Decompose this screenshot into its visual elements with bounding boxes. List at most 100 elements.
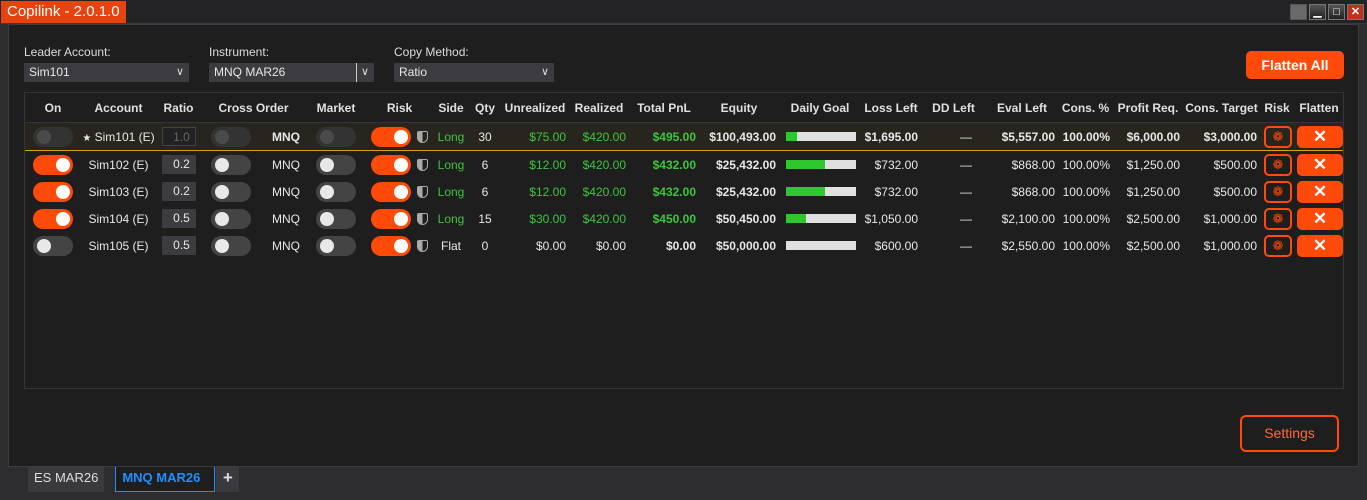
risk-toggle[interactable] bbox=[371, 154, 411, 175]
daily-goal-bar bbox=[786, 187, 856, 196]
qty: 30 bbox=[478, 129, 492, 144]
leader-star-icon: ★ bbox=[82, 132, 92, 144]
loss-left: $732.00 bbox=[874, 157, 918, 172]
eval-left: $2,550.00 bbox=[1001, 238, 1055, 253]
symbol: MNQ bbox=[272, 157, 300, 172]
leader-account-select[interactable]: Sim101 ∨ bbox=[24, 63, 189, 82]
chevron-down-icon: ∨ bbox=[355, 63, 369, 82]
account-cell: Sim103 (E) bbox=[81, 185, 156, 199]
ratio-input[interactable]: 1.0 bbox=[161, 127, 196, 146]
flatten-button[interactable]: ✕ bbox=[1297, 234, 1343, 257]
tab-mnq-mar26[interactable]: MNQ MAR26 bbox=[115, 467, 216, 492]
gear-icon: ❁ bbox=[1272, 210, 1284, 226]
copy-method-select[interactable]: Ratio ∨ bbox=[394, 63, 554, 82]
minimize-button[interactable]: ▁ bbox=[1309, 4, 1326, 20]
column-header: Daily Goal bbox=[790, 100, 850, 115]
instrument-value: MNQ MAR26 bbox=[214, 65, 286, 79]
on-toggle[interactable] bbox=[33, 235, 73, 256]
risk-settings-button[interactable]: ❁ bbox=[1264, 234, 1292, 257]
cons-target: $1,000.00 bbox=[1203, 211, 1257, 226]
cons-pct: 100.00% bbox=[1062, 184, 1110, 199]
total-pnl: $432.00 bbox=[652, 184, 696, 199]
gear-icon: ❁ bbox=[1272, 156, 1284, 172]
ratio-input[interactable]: 0.5 bbox=[161, 209, 196, 228]
eval-left: $868.00 bbox=[1011, 157, 1055, 172]
instrument-select[interactable]: MNQ MAR26 ∨ bbox=[209, 63, 374, 82]
table-row: Sim105 (E) 0.5 MNQ Flat 0 $0.00 $0.00 $0.00 $50,… bbox=[25, 232, 1343, 259]
qty: 6 bbox=[481, 157, 489, 172]
cross-order-toggle[interactable] bbox=[211, 154, 251, 175]
add-tab-button[interactable]: + bbox=[216, 467, 240, 492]
equity: $25,432.00 bbox=[715, 157, 776, 172]
unrealized: $0.00 bbox=[535, 238, 566, 253]
tab-es-mar26[interactable]: ES MAR26 bbox=[28, 467, 105, 492]
account-name: Sim102 (E) bbox=[88, 157, 149, 172]
account-cell: ★ Sim101 (E) bbox=[81, 130, 156, 144]
ratio-input[interactable]: 0.5 bbox=[161, 236, 196, 255]
risk-toggle[interactable] bbox=[371, 208, 411, 229]
symbol: MNQ bbox=[272, 211, 300, 226]
flatten-all-button[interactable]: Flatten All bbox=[1246, 51, 1344, 79]
instrument-tabs: ES MAR26 MNQ MAR26 + bbox=[28, 467, 240, 493]
maximize-button[interactable]: □ bbox=[1328, 4, 1345, 20]
chevron-down-icon: ∨ bbox=[175, 66, 184, 78]
market-toggle[interactable] bbox=[316, 154, 356, 175]
dd-left: — bbox=[960, 184, 972, 199]
flatten-button[interactable]: ✕ bbox=[1297, 125, 1343, 148]
symbol: MNQ bbox=[272, 184, 300, 199]
gear-icon: ❁ bbox=[1272, 128, 1284, 144]
cross-order-toggle[interactable] bbox=[211, 208, 251, 229]
daily-goal-fill bbox=[786, 187, 825, 196]
eval-left: $2,100.00 bbox=[1001, 211, 1055, 226]
on-toggle[interactable] bbox=[33, 208, 73, 229]
account-cell: Sim105 (E) bbox=[81, 239, 156, 253]
risk-settings-button[interactable]: ❁ bbox=[1264, 180, 1292, 203]
realized: $420.00 bbox=[582, 129, 626, 144]
realized: $0.00 bbox=[595, 238, 626, 253]
flatten-button[interactable]: ✕ bbox=[1297, 180, 1343, 203]
daily-goal-fill bbox=[786, 214, 806, 223]
column-header: Qty bbox=[474, 100, 495, 115]
gear-icon: ❁ bbox=[1272, 183, 1284, 199]
total-pnl: $432.00 bbox=[652, 157, 696, 172]
side: Long bbox=[437, 129, 465, 144]
flatten-button[interactable]: ✕ bbox=[1297, 153, 1343, 176]
on-toggle[interactable] bbox=[33, 181, 73, 202]
leader-account-label: Leader Account: bbox=[24, 45, 111, 59]
restore-button[interactable] bbox=[1290, 4, 1307, 20]
gear-icon: ❁ bbox=[1272, 237, 1284, 253]
column-header: Account bbox=[94, 100, 143, 115]
risk-settings-button[interactable]: ❁ bbox=[1264, 125, 1292, 148]
market-toggle[interactable] bbox=[316, 235, 356, 256]
ratio-input[interactable]: 0.2 bbox=[161, 182, 196, 201]
column-header: Cross Order bbox=[218, 100, 289, 115]
market-toggle[interactable] bbox=[316, 208, 356, 229]
risk-toggle[interactable] bbox=[371, 181, 411, 202]
symbol: MNQ bbox=[272, 129, 300, 144]
cross-order-toggle[interactable] bbox=[211, 181, 251, 202]
close-button[interactable]: ✕ bbox=[1347, 4, 1364, 20]
column-header: Loss Left bbox=[864, 100, 918, 115]
close-icon: ✕ bbox=[1312, 154, 1328, 174]
ratio-input[interactable]: 0.2 bbox=[161, 155, 196, 174]
dd-left: — bbox=[960, 129, 972, 144]
cross-order-toggle[interactable] bbox=[211, 235, 251, 256]
risk-toggle[interactable] bbox=[371, 126, 411, 147]
on-toggle[interactable] bbox=[33, 154, 73, 175]
grid-header: On Account Ratio Cross Order Market Risk Side Q… bbox=[25, 93, 1343, 123]
market-toggle[interactable] bbox=[316, 181, 356, 202]
risk-toggle[interactable] bbox=[371, 235, 411, 256]
daily-goal-bar bbox=[786, 132, 856, 141]
on-toggle[interactable] bbox=[33, 126, 73, 147]
risk-settings-button[interactable]: ❁ bbox=[1264, 153, 1292, 176]
flatten-button[interactable]: ✕ bbox=[1297, 207, 1343, 230]
settings-button[interactable]: Settings bbox=[1240, 415, 1339, 452]
cross-order-toggle[interactable] bbox=[211, 126, 251, 147]
cons-pct: 100.00% bbox=[1062, 211, 1110, 226]
cons-pct: 100.00% bbox=[1062, 238, 1110, 253]
dd-left: — bbox=[960, 238, 972, 253]
side: Long bbox=[437, 211, 465, 226]
cons-pct: 100.00% bbox=[1062, 129, 1110, 144]
risk-settings-button[interactable]: ❁ bbox=[1264, 207, 1292, 230]
market-toggle[interactable] bbox=[316, 126, 356, 147]
